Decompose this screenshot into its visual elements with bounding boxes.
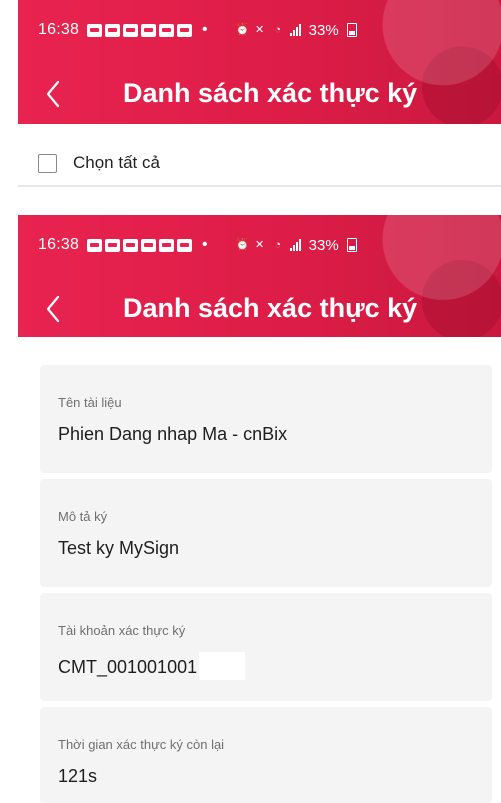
notification-icon: [123, 238, 139, 252]
signal-icon: [289, 24, 301, 36]
page-title: Danh sách xác thực ký: [123, 78, 418, 108]
more-notifications-dot-icon: •: [202, 236, 208, 253]
notification-icon: [159, 238, 175, 252]
title-bar: Danh sách xác thực ký: [18, 285, 501, 335]
notification-icon: [159, 23, 175, 37]
wifi-icon: ◔: [274, 239, 281, 251]
notification-icon: [123, 23, 139, 37]
redaction-box: [199, 652, 246, 680]
notification-icons: [87, 23, 193, 37]
signing-account-value: CMT_001001001: [58, 657, 198, 677]
battery-icon: [346, 23, 357, 37]
signing-description-label: Mô tả ký: [58, 509, 108, 524]
alarm-icon: ⏰: [235, 239, 250, 251]
battery-percent: 33%: [308, 236, 339, 254]
document-name-label: Tên tài liệu: [58, 395, 122, 410]
select-all-checkbox[interactable]: [38, 153, 57, 173]
divider: [18, 185, 501, 187]
document-name-card: Tên tài liệu Phien Dang nhap Ma - cnBix: [40, 365, 492, 473]
app-header-top: 16:38 • ⏰ ✕ ◔ 33% Danh sách xác thực ký: [18, 0, 501, 124]
signing-description-card: Mô tả ký Test ky MySign: [40, 479, 492, 587]
notification-icon: [177, 238, 193, 252]
signing-account-label: Tài khoản xác thực ký: [58, 623, 186, 638]
remaining-time-card: Thời gian xác thực ký còn lại 121s: [40, 707, 492, 803]
remaining-time-label: Thời gian xác thực ký còn lại: [58, 737, 225, 752]
signing-account-value-row: CMT_001001001: [58, 652, 246, 680]
notification-icon: [141, 238, 157, 252]
system-icons: ⏰ ✕ ◔ 33%: [236, 22, 357, 39]
wifi-icon: ◔: [274, 24, 281, 36]
back-chevron-icon[interactable]: [40, 293, 68, 325]
notification-icon: [177, 23, 193, 37]
notification-icons: [87, 238, 193, 252]
select-all-label: Chọn tất cả: [73, 153, 160, 172]
notification-icon: [105, 238, 121, 252]
signing-account-card: Tài khoản xác thực ký CMT_001001001: [40, 593, 492, 701]
status-time: 16:38: [38, 21, 80, 38]
battery-icon: [346, 238, 357, 252]
remaining-time-value: 121s: [58, 766, 98, 786]
signing-description-value: Test ky MySign: [58, 538, 180, 558]
app-header-detail: 16:38 • ⏰ ✕ ◔ 33% Danh sách xác thực ký: [18, 215, 501, 337]
notification-icon: [87, 23, 103, 37]
notification-icon: [105, 23, 121, 37]
battery-percent: 33%: [308, 21, 339, 39]
status-bar: 16:38 • ⏰ ✕ ◔ 33%: [38, 233, 501, 257]
back-chevron-icon[interactable]: [40, 78, 68, 110]
screen: 16:38 • ⏰ ✕ ◔ 33% Danh sách xác thực ký …: [0, 0, 501, 803]
notification-icon: [87, 238, 103, 252]
notification-icon: [141, 23, 157, 37]
signal-icon: [289, 239, 301, 251]
document-name-value: Phien Dang nhap Ma - cnBix: [58, 424, 288, 444]
status-time: 16:38: [38, 236, 80, 253]
alarm-icon: ⏰: [235, 24, 250, 36]
page-title: Danh sách xác thực ký: [123, 293, 418, 323]
more-notifications-dot-icon: •: [202, 21, 208, 38]
mute-icon: ✕: [255, 239, 265, 251]
system-icons: ⏰ ✕ ◔ 33%: [236, 237, 357, 254]
mute-icon: ✕: [255, 24, 265, 36]
title-bar: Danh sách xác thực ký: [18, 70, 501, 120]
select-all-row[interactable]: Chọn tất cả: [38, 153, 160, 173]
status-bar: 16:38 • ⏰ ✕ ◔ 33%: [38, 18, 501, 42]
